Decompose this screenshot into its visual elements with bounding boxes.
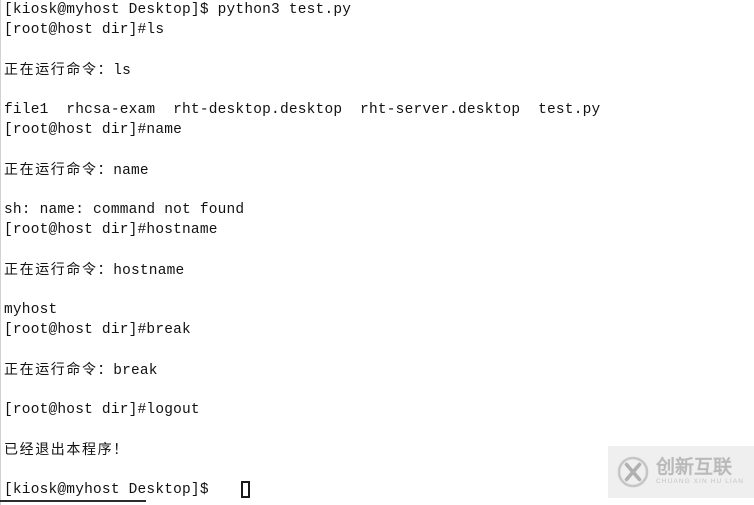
- terminal-status-line: 正在运行命令：break: [4, 360, 750, 380]
- left-edge-rule: [0, 0, 1, 505]
- terminal-status-line: 正在运行命令：hostname: [4, 260, 750, 280]
- bottom-edge-rule: [0, 500, 146, 502]
- terminal-output[interactable]: [kiosk@myhost Desktop]$ python3 test.py […: [4, 0, 750, 500]
- terminal-line: [kiosk@myhost Desktop]$ python3 test.py: [4, 2, 352, 18]
- watermark: 创新互联 CHUANG XIN HU LIAN: [608, 446, 754, 498]
- status-command: break: [113, 363, 158, 379]
- status-label: 正在运行命令：: [4, 362, 114, 378]
- status-label: 正在运行命令：: [4, 162, 114, 178]
- terminal-line: [root@host dir]#ls: [4, 22, 165, 38]
- status-command: hostname: [113, 263, 185, 279]
- watermark-brand-en: CHUANG XIN HU LIAN: [656, 478, 745, 486]
- terminal-line: [root@host dir]#break: [4, 322, 191, 338]
- watermark-text: 创新互联 CHUANG XIN HU LIAN: [656, 458, 744, 486]
- terminal-cursor: [241, 481, 250, 498]
- terminal-line: [root@host dir]#hostname: [4, 222, 218, 238]
- status-label: 正在运行命令：: [4, 262, 114, 278]
- status-label: 正在运行命令：: [4, 62, 114, 78]
- status-command: ls: [113, 63, 132, 79]
- terminal-status-line: 正在运行命令：name: [4, 160, 750, 180]
- circle-x-logo-icon: [616, 455, 650, 489]
- status-command: name: [113, 163, 149, 179]
- terminal-line: file1 rhcsa-exam rht-desktop.desktop rht…: [4, 102, 601, 118]
- terminal-screen: [kiosk@myhost Desktop]$ python3 test.py […: [0, 0, 754, 505]
- terminal-line: sh: name: command not found: [4, 202, 245, 218]
- terminal-line: [root@host dir]#name: [4, 122, 183, 138]
- watermark-brand-cn: 创新互联: [656, 456, 733, 479]
- status-label: 已经退出本程序！: [4, 442, 129, 458]
- terminal-line: [root@host dir]#logout: [4, 402, 200, 418]
- terminal-line: myhost: [4, 302, 58, 318]
- terminal-status-line: 正在运行命令：ls: [4, 60, 750, 80]
